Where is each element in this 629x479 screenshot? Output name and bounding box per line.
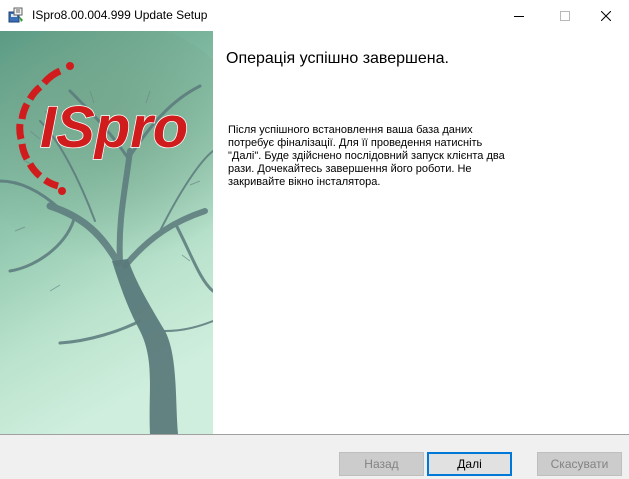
cancel-button[interactable]: Скасувати [537,452,622,476]
description-line: закривайте вікно інсталятора. [228,176,381,188]
description-line: потребує фіналізації. Для її проведення … [228,137,483,149]
window-title: ISpro8.00.004.999 Update Setup [32,8,208,22]
description-line: Після успішного встановлення ваша база д… [228,124,473,136]
installer-icon [8,7,23,23]
button-bar: Назад Далі Скасувати [0,435,629,479]
maximize-icon [560,10,570,21]
minimize-button[interactable] [496,0,542,31]
title-bar: ISpro8.00.004.999 Update Setup [0,0,629,31]
sidebar-banner: ISpro [0,31,213,434]
description-text: Після успішного встановлення ваша база д… [228,124,528,189]
close-icon [601,10,611,21]
content-panel: Операція успішно завершена. Після успішн… [213,31,629,434]
logo-text: ISpro [40,95,188,160]
tree-illustration: ISpro [0,31,213,434]
back-button[interactable]: Назад [339,452,424,476]
next-button[interactable]: Далі [427,452,512,476]
close-button[interactable] [583,0,629,31]
maximize-button[interactable] [542,0,588,31]
description-line: "Далі". Буде здійснено послідовний запус… [228,150,505,162]
minimize-icon [514,15,524,17]
page-heading: Операція успішно завершена. [226,50,449,67]
description-line: рази. Дочекайтесь завершення його роботи… [228,163,472,175]
